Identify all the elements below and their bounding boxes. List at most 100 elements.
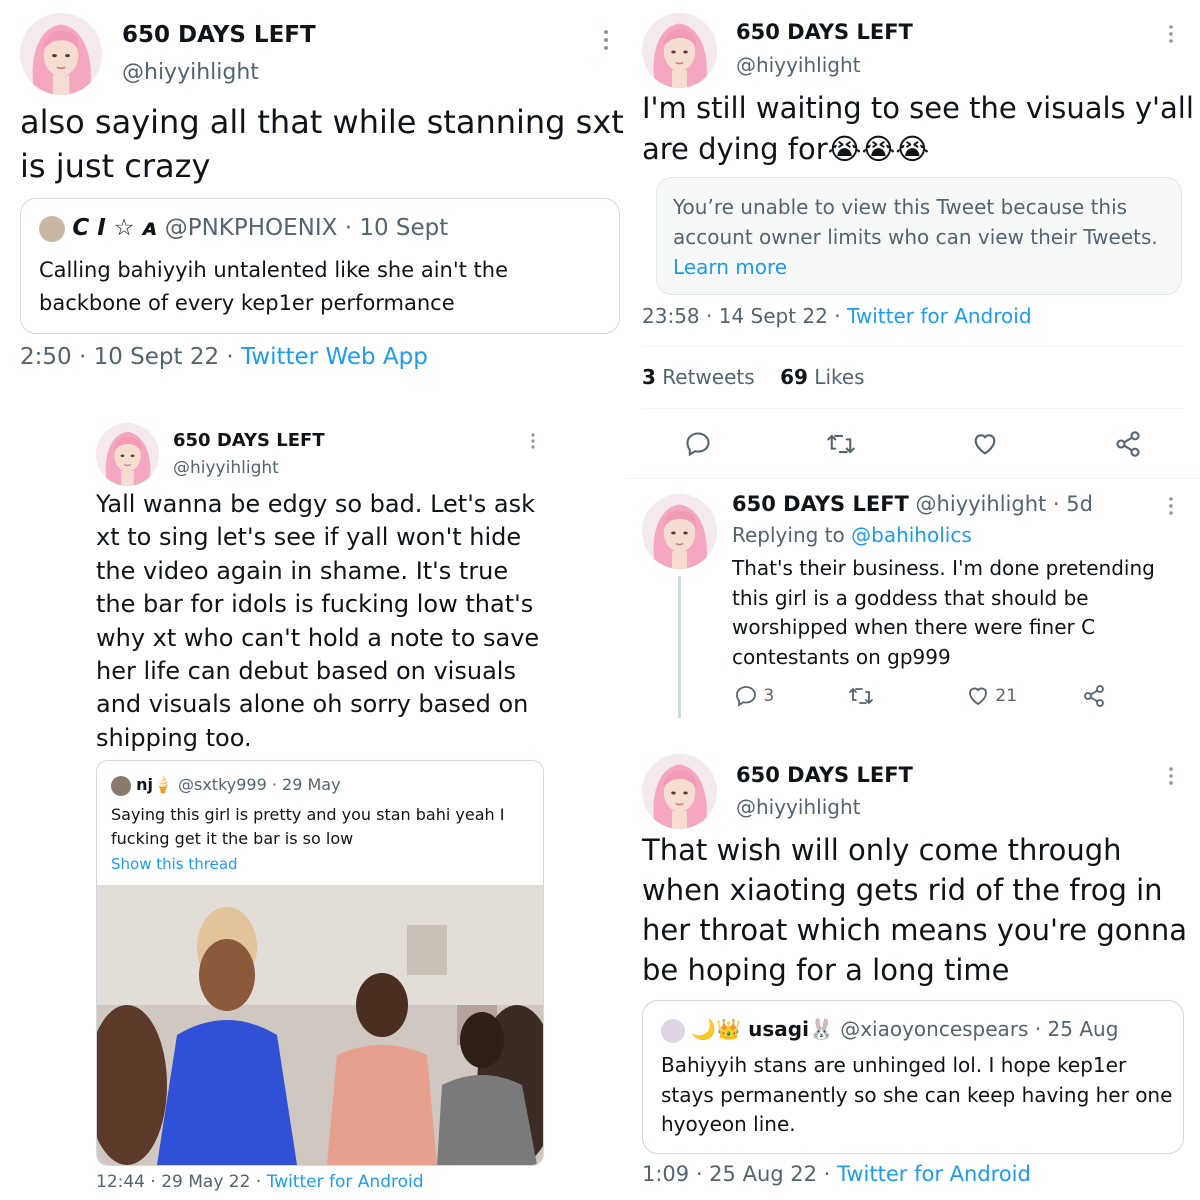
display-name[interactable]: 650 DAYS LEFT bbox=[736, 20, 913, 44]
quoted-tweet[interactable]: 🌙👑 usagi🐰 @xiaoyoncespears · 25 Aug Bahi… bbox=[642, 1000, 1184, 1154]
tweet-text: also saying all that while stanning sxt … bbox=[20, 100, 624, 188]
likes-count: 69 bbox=[780, 365, 808, 389]
tweet-text-line: why xt who can't hold a note to save bbox=[96, 623, 540, 652]
tweet-panel-4: 650 DAYS LEFT @hiyyihlight · 5d Replying… bbox=[626, 478, 1200, 730]
quote-author-name: 🌙👑 usagi🐰 bbox=[691, 1017, 834, 1041]
show-thread-link[interactable]: Show this thread bbox=[111, 855, 238, 873]
notice-text-line: account owner limits who can view their … bbox=[673, 225, 1158, 249]
quote-author-handle: @xiaoyoncespears bbox=[840, 1017, 1029, 1041]
tweet-text-line: Yall wanna be edgy so bad. Let's ask bbox=[96, 490, 536, 518]
reply-icon bbox=[736, 686, 756, 707]
quote-text-line: fucking get it the bar is so low bbox=[111, 829, 354, 848]
display-name[interactable]: 650 DAYS LEFT bbox=[736, 763, 913, 787]
heart-icon bbox=[969, 687, 987, 706]
tweet-text-line: her life can debut based on visuals bbox=[96, 657, 516, 686]
quote-avatar bbox=[111, 775, 131, 796]
avatar[interactable] bbox=[96, 423, 159, 486]
retweet-icon[interactable] bbox=[826, 430, 856, 462]
tweet-timestamp: 23:58 · 14 Sept 22 · Twitter for Android bbox=[642, 304, 1032, 328]
replying-to: Replying to @bahiholics bbox=[732, 523, 972, 547]
quote-date: · 10 Sept bbox=[344, 215, 449, 241]
avatar[interactable] bbox=[642, 494, 717, 569]
more-dots-icon[interactable] bbox=[600, 28, 612, 52]
engagement-stats: 3 Retweets 69 Likes bbox=[642, 365, 865, 389]
tweet-text-line: and visuals alone oh sorry based on bbox=[96, 690, 529, 719]
tweet-text-line: are dying for😭😭😭 bbox=[642, 132, 930, 166]
reply-count: 3 bbox=[763, 686, 775, 706]
tweet-timestamp: 1:09 · 25 Aug 22 · Twitter for Android bbox=[642, 1162, 1031, 1186]
display-name[interactable]: 650 DAYS LEFT bbox=[732, 492, 909, 516]
tweet-text-line: this girl is a goddess that should be bbox=[732, 585, 1089, 610]
quoted-tweet[interactable]: nj🍦 @sxtky999 · 29 May Saying this girl … bbox=[96, 760, 544, 1166]
share-icon[interactable] bbox=[1082, 684, 1106, 712]
replying-handle[interactable]: @bahiholics bbox=[851, 523, 972, 547]
tweet-text-line: the video again in shame. It's true bbox=[96, 556, 509, 585]
quote-text-line: Calling bahiyyih untalented like she ain… bbox=[39, 258, 508, 282]
more-dots-icon[interactable] bbox=[528, 432, 538, 450]
quote-date: · 29 May bbox=[271, 775, 341, 794]
quote-author-handle: @PNKPHOENIX bbox=[164, 215, 338, 241]
avatar[interactable] bbox=[642, 754, 717, 829]
quote-avatar bbox=[39, 215, 65, 242]
user-handle[interactable]: @hiyyihlight · 5d bbox=[916, 492, 1093, 516]
tweet-text-line: the bar for idols is fucking low that's bbox=[96, 590, 534, 619]
share-icon[interactable] bbox=[1114, 430, 1142, 462]
tweet-text-line: her throat which means you're gonna bbox=[642, 913, 1188, 947]
retweets-stat[interactable]: 3 Retweets bbox=[642, 365, 755, 389]
tweet-text-line: That's their business. I'm done pretendi… bbox=[732, 556, 1155, 580]
more-dots-icon[interactable] bbox=[1166, 496, 1176, 516]
quote-author-name: C I ☆ ᴀ bbox=[72, 215, 158, 241]
quote-author-name: nj🍦 bbox=[136, 775, 173, 794]
tweet-text-line: when xiaoting gets rid of the frog in bbox=[642, 873, 1163, 907]
timestamp: 12:44 · 29 May 22 · bbox=[96, 1172, 262, 1192]
like-button[interactable]: 21 bbox=[966, 684, 1017, 708]
tweet-text-line: is just crazy bbox=[20, 147, 211, 185]
avatar[interactable] bbox=[20, 13, 102, 95]
notice-text-line: You’re unable to view this Tweet because… bbox=[673, 195, 1128, 219]
quote-text-line: Saying this girl is pretty and you stan … bbox=[111, 805, 505, 824]
display-name[interactable]: 650 DAYS LEFT bbox=[122, 22, 316, 48]
quote-date: · 25 Aug bbox=[1034, 1017, 1119, 1041]
divider bbox=[626, 478, 1200, 479]
user-handle[interactable]: @hiyyihlight bbox=[122, 60, 259, 85]
quote-text-line: hyoyeon line. bbox=[661, 1112, 796, 1136]
quote-media-image[interactable] bbox=[97, 885, 543, 1165]
retweet-button[interactable] bbox=[848, 684, 874, 712]
likes-stat[interactable]: 69 Likes bbox=[780, 365, 865, 389]
tweet-text-line: be hoping for a long time bbox=[642, 953, 1010, 987]
quote-text-line: Bahiyyih stans are unhinged lol. I hope … bbox=[661, 1053, 1127, 1077]
tweet-text-line: contestants on gp999 bbox=[732, 644, 951, 669]
avatar[interactable] bbox=[642, 13, 717, 88]
source-link[interactable]: Twitter for Android bbox=[837, 1162, 1031, 1186]
quoted-tweet[interactable]: C I ☆ ᴀ @PNKPHOENIX · 10 Sept Calling ba… bbox=[20, 198, 620, 334]
tweet-text-line: xt to sing let's see if yall won't hide bbox=[96, 523, 522, 552]
reply-icon[interactable] bbox=[684, 430, 712, 462]
tweet-timestamp: 2:50 · 10 Sept 22 · Twitter Web App bbox=[20, 344, 428, 370]
tweet-panel-3: 650 DAYS LEFT @hiyyihlight I'm still wai… bbox=[626, 0, 1200, 475]
quote-text-line: backbone of every kep1er performance bbox=[39, 291, 455, 315]
tweet-text-line: shipping too. bbox=[96, 723, 252, 752]
source-link[interactable]: Twitter Web App bbox=[241, 344, 428, 370]
reply-button[interactable]: 3 bbox=[734, 684, 774, 708]
heart-icon[interactable] bbox=[971, 430, 999, 462]
retweets-label: Retweets bbox=[662, 365, 755, 389]
more-dots-icon[interactable] bbox=[1166, 766, 1176, 786]
quote-author-handle: @sxtky999 bbox=[177, 775, 267, 794]
retweets-count: 3 bbox=[642, 365, 656, 389]
quote-text-line: stays permanently so she can keep having… bbox=[661, 1082, 1173, 1107]
user-handle[interactable]: @hiyyihlight bbox=[736, 795, 860, 819]
unavailable-tweet-notice: You’re unable to view this Tweet because… bbox=[656, 177, 1182, 295]
source-link[interactable]: Twitter for Android bbox=[267, 1172, 424, 1192]
source-link[interactable]: Twitter for Android bbox=[847, 304, 1032, 328]
user-handle[interactable]: @hiyyihlight bbox=[736, 53, 860, 77]
thread-line bbox=[678, 576, 681, 718]
tweet-panel-1: 650 DAYS LEFT @hiyyihlight also saying a… bbox=[0, 0, 628, 395]
retweet-icon bbox=[849, 688, 873, 704]
learn-more-link[interactable]: Learn more bbox=[673, 252, 1158, 282]
more-dots-icon[interactable] bbox=[1166, 24, 1176, 44]
tweet-text-line: That wish will only come through bbox=[642, 833, 1122, 867]
tweet-text: That wish will only come through when xi… bbox=[642, 830, 1187, 990]
display-name[interactable]: 650 DAYS LEFT bbox=[173, 430, 325, 451]
user-handle[interactable]: @hiyyihlight bbox=[173, 458, 279, 478]
replying-label: Replying to bbox=[732, 523, 845, 547]
